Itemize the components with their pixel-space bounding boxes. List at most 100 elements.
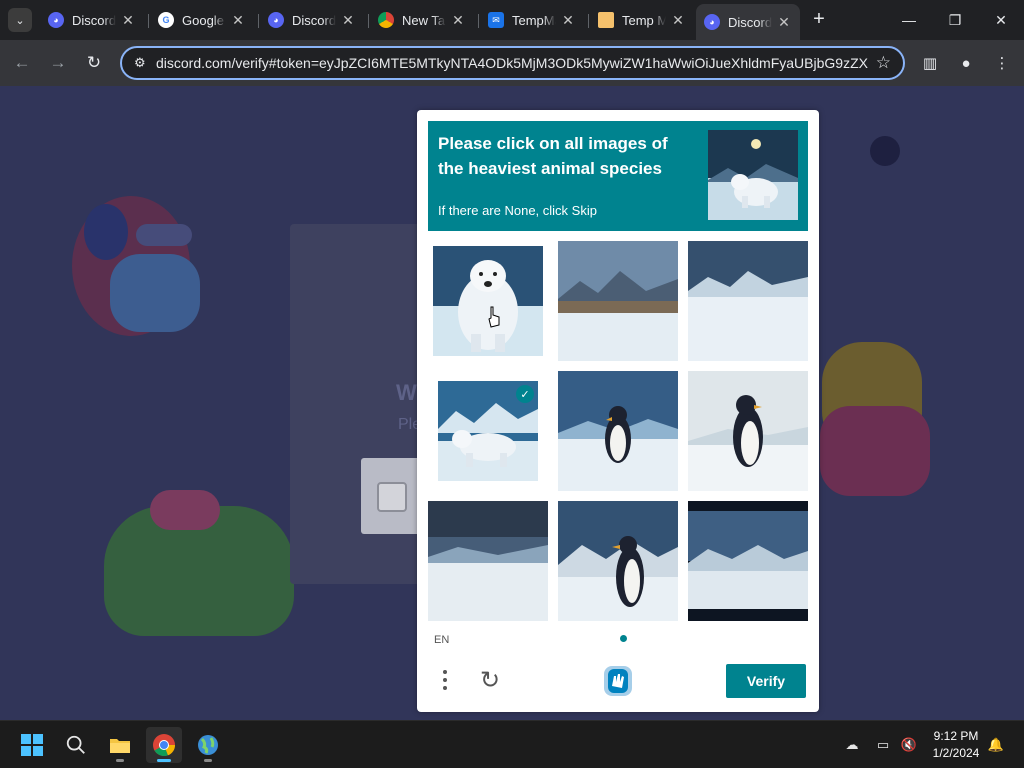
profile-icon: ● [961, 54, 971, 72]
back-button[interactable]: ← [10, 51, 34, 75]
close-icon[interactable]: ✕ [340, 12, 356, 28]
captcha-challenge: Please click on all images of the heavie… [417, 110, 819, 712]
illustration-body [110, 254, 200, 332]
captcha-prompt-header: Please click on all images of the heavie… [428, 121, 808, 231]
taskbar-search-button[interactable] [58, 727, 94, 763]
network-icon[interactable]: ▭ [873, 735, 893, 755]
close-icon[interactable]: ✕ [560, 12, 576, 28]
url-text[interactable]: discord.com/verify#token=eyJpZCI6MTE5MTk… [156, 55, 868, 71]
new-tab-button[interactable]: + [808, 8, 830, 30]
tab-discord-1[interactable]: ◕ Discord ✕ [40, 6, 144, 34]
restore-button[interactable]: ❐ [932, 0, 978, 40]
clock-date: 1/2/2024 [932, 746, 980, 760]
close-window-button[interactable]: ✕ [978, 0, 1024, 40]
mail-icon: ✉ [488, 12, 504, 28]
tab-new-tab[interactable]: New Tab ✕ [370, 6, 474, 34]
site-settings-icon[interactable]: ⚙ [134, 55, 156, 71]
tab-discord-active[interactable]: ◕ Discord ✕ [696, 4, 800, 40]
forward-button[interactable]: → [46, 51, 70, 75]
start-button[interactable] [14, 727, 50, 763]
side-panel-icon: ▥ [922, 55, 938, 72]
captcha-menu-button[interactable] [437, 666, 453, 694]
mouse-cursor-icon [487, 306, 501, 328]
tab-search-button[interactable]: ⌄ [8, 8, 32, 32]
minimize-button[interactable]: — [886, 0, 932, 40]
captcha-tile-3[interactable] [688, 241, 808, 361]
tab-separator [368, 14, 369, 28]
taskbar-file-explorer[interactable] [102, 727, 138, 763]
captcha-tile-6[interactable] [688, 371, 808, 491]
captcha-refresh-button[interactable]: ↻ [476, 666, 504, 694]
close-icon[interactable]: ✕ [776, 14, 792, 30]
globe-app-icon [198, 735, 218, 755]
address-bar[interactable]: ⚙ discord.com/verify#token=eyJpZCI6MTE5M… [120, 46, 905, 80]
tab-separator [258, 14, 259, 28]
captcha-tile-5[interactable] [558, 371, 678, 491]
close-icon[interactable]: ✕ [230, 12, 246, 28]
illustration-head [84, 204, 128, 260]
check-icon: ✓ [516, 385, 534, 403]
hcaptcha-checkbox[interactable] [377, 482, 407, 512]
illustration-dot [870, 136, 900, 166]
profile-button[interactable]: ● [955, 52, 977, 74]
file-explorer-icon [110, 739, 130, 753]
taskbar-chrome[interactable] [146, 727, 182, 763]
captcha-tile-7[interactable] [428, 501, 548, 621]
taskbar-globe-app[interactable] [190, 727, 226, 763]
tab-title: New Tab [402, 12, 446, 28]
discord-icon: ◕ [704, 14, 720, 30]
captcha-prompt-text: Please click on all images of the heavie… [438, 134, 668, 178]
reload-button[interactable]: ↻ [82, 51, 106, 75]
tab-title: Google [182, 12, 224, 28]
tab-title: Discord [728, 14, 772, 30]
start-icon [21, 734, 43, 756]
tab-strip: ⌄ ◕ Discord ✕ G Google ✕ ◕ Discord ✕ New… [0, 0, 1024, 40]
restore-icon: ❐ [948, 11, 962, 28]
captcha-tile-8[interactable] [558, 501, 678, 621]
example-image [708, 130, 798, 220]
refresh-icon: ↻ [479, 666, 501, 694]
volume-muted-icon[interactable]: 🔇 [899, 735, 919, 755]
tab-discord-2[interactable]: ◕ Discord ✕ [260, 6, 364, 34]
chrome-icon [378, 12, 394, 28]
language-selector[interactable]: EN [434, 634, 449, 646]
close-icon[interactable]: ✕ [120, 12, 136, 28]
tab-title: TempMail [512, 12, 556, 28]
taskbar-clock[interactable]: 9:12 PM 1/2/2024 [920, 728, 992, 762]
chrome-menu-button[interactable]: ⋮ [991, 52, 1013, 74]
arrow-left-icon: ← [13, 53, 31, 72]
onedrive-icon[interactable]: ☁ [842, 735, 862, 755]
verify-button[interactable]: Verify [726, 664, 806, 698]
captcha-tile-1[interactable] [433, 246, 543, 356]
google-icon: G [158, 12, 174, 28]
url-path: /verify#token=eyJpZCI6MTE5MTkyNTA4ODk5Mj… [231, 55, 868, 71]
minimize-icon: — [902, 12, 916, 28]
more-vertical-icon: ⋮ [994, 55, 1010, 72]
arrow-right-icon: → [49, 53, 67, 72]
tab-google[interactable]: G Google ✕ [150, 6, 254, 34]
close-icon: ✕ [995, 11, 1007, 28]
captcha-hint-text: If there are None, click Skip [438, 203, 597, 218]
captcha-tile-4-selected[interactable]: ✓ [438, 381, 538, 481]
close-icon[interactable]: ✕ [450, 12, 466, 28]
illustration-hat [150, 490, 220, 530]
side-panel-button[interactable]: ▥ [919, 52, 941, 74]
chrome-icon [153, 734, 176, 757]
tab-tempmail[interactable]: ✉ TempMail ✕ [480, 6, 584, 34]
windows-taskbar: ☁ ▭ 🔇 9:12 PM 1/2/2024 🔔 [0, 720, 1024, 768]
browser-toolbar: ← → ↻ ⚙ discord.com/verify#token=eyJpZCI… [0, 40, 1024, 86]
captcha-tile-9[interactable] [688, 501, 808, 621]
notification-bell-icon[interactable]: 🔔 [986, 735, 1006, 755]
plus-icon: + [813, 7, 825, 30]
discord-icon: ◕ [268, 12, 284, 28]
captcha-tile-2[interactable] [558, 241, 678, 361]
tab-title: Discord [292, 12, 336, 28]
envelope-icon [598, 12, 614, 28]
chevron-down-icon: ⌄ [15, 14, 25, 27]
bookmark-star-icon[interactable]: ☆ [876, 53, 891, 73]
more-vertical-icon [443, 670, 447, 674]
tab-temp-mail[interactable]: Temp Mail ✕ [590, 6, 694, 34]
close-icon[interactable]: ✕ [670, 12, 686, 28]
reload-icon: ↻ [86, 53, 102, 72]
tab-separator [148, 14, 149, 28]
